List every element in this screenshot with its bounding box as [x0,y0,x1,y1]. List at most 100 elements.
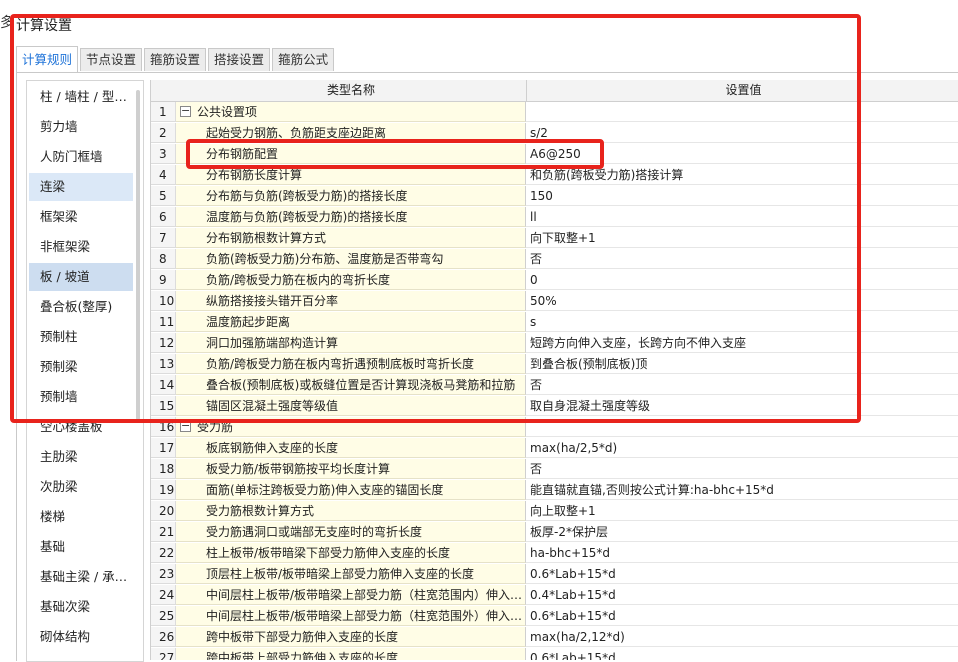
row-setting-value[interactable]: 能直锚就直锚,否则按公式计算:ha-bhc+15*d [526,480,958,500]
row-setting-value[interactable]: 否 [526,375,958,395]
sidebar-item-main-rib-beam[interactable]: 主肋梁 [29,443,133,471]
sidebar-item-non-frame-beam[interactable]: 非框架梁 [29,233,133,261]
table-row[interactable]: 21 受力筋遇洞口或端部无支座时的弯折长度 板厚-2*保护层 [151,522,958,543]
table-row[interactable]: 14 叠合板(预制底板)或板缝位置是否计算现浇板马凳筋和拉筋否 [151,375,958,396]
table-row[interactable]: 10 纵筋搭接接头错开百分率 50% [151,291,958,312]
table-row[interactable]: 12 洞口加强筋端部构造计算 短跨方向伸入支座，长跨方向不伸入支座 [151,333,958,354]
sidebar-item-civil-defense-door-wall[interactable]: 人防门框墙 [29,143,133,171]
table-row[interactable]: 27 跨中板带上部受力筋伸入支座的长度 0.6*Lab+15*d [151,648,958,660]
table-row[interactable]: 11 温度筋起步距离 s [151,312,958,333]
tab-calc-rules[interactable]: 计算规则 [16,46,79,73]
row-setting-value[interactable]: 0.6*Lab+15*d [526,648,958,660]
row-setting-value[interactable]: 0.6*Lab+15*d [526,606,958,626]
row-number: 18 [151,459,176,479]
table-row[interactable]: 7 分布钢筋根数计算方式 向下取整+1 [151,228,958,249]
sidebar-item-precast-beam[interactable]: 预制梁 [29,353,133,381]
sidebar-item-shear-wall[interactable]: 剪力墙 [29,113,133,141]
table-row[interactable]: 3 分布钢筋配置 A6@250 [151,144,958,165]
row-setting-value[interactable]: 否 [526,249,958,269]
row-setting-value[interactable] [526,102,958,122]
table-row[interactable]: 22 柱上板带/板带暗梁下部受力筋伸入支座的长度 ha-bhc+15*d [151,543,958,564]
sidebar-item-composite-slab[interactable]: 叠合板(整厚) [29,293,133,321]
grid-group-row[interactable]: 16− 受力筋 [151,417,958,438]
table-row[interactable]: 23 顶层柱上板带/板带暗梁上部受力筋伸入支座的长度 0.6*Lab+15*d [151,564,958,585]
row-setting-value[interactable]: 否 [526,459,958,479]
row-setting-value[interactable]: 50% [526,291,958,311]
row-setting-value[interactable]: 0 [526,270,958,290]
table-row[interactable]: 20 受力筋根数计算方式 向上取整+1 [151,501,958,522]
row-type-name-text: 柱上板带/板带暗梁下部受力筋伸入支座的长度 [206,546,451,560]
sidebar-item-masonry-structure[interactable]: 砌体结构 [29,623,133,651]
table-row[interactable]: 24 中间层柱上板带/板带暗梁上部受力筋（柱宽范围内）伸入… 0.4*Lab+15*… [151,585,958,606]
collapse-toggle-icon[interactable]: − [180,420,191,432]
table-row[interactable]: 26 跨中板带下部受力筋伸入支座的长度 max(ha/2,12*d) [151,627,958,648]
row-type-name-text: 洞口加强筋端部构造计算 [206,336,339,350]
sidebar-item-stairs[interactable]: 楼梯 [29,503,133,531]
row-setting-value[interactable] [526,417,958,437]
sidebar-item-precast-column[interactable]: 预制柱 [29,323,133,351]
column-header-type-name[interactable]: 类型名称 [176,80,526,101]
row-type-name: 纵筋搭接接头错开百分率 [176,291,526,311]
row-setting-value[interactable]: 取自身混凝土强度等级 [526,396,958,416]
table-row[interactable]: 4 分布钢筋长度计算 和负筋(跨板受力筋)搭接计算 [151,165,958,186]
tab-stirrup-settings[interactable]: 箍筋设置 [144,48,207,71]
table-row[interactable]: 19 面筋(单标注跨板受力筋)伸入支座的锚固长度 能直锚就直锚,否则按公式计算:ha… [151,480,958,501]
tab-lap-settings[interactable]: 搭接设置 [208,48,271,71]
row-setting-value[interactable]: 板厚-2*保护层 [526,522,958,542]
row-number: 25 [151,606,176,626]
row-number: 15 [151,396,176,416]
table-row[interactable]: 13 负筋/跨板受力筋在板内弯折遇预制底板时弯折长度 到叠合板(预制底板)顶 [151,354,958,375]
sidebar-item-coupling-beam[interactable]: 连梁 [29,173,133,201]
grid-group-row[interactable]: 1− 公共设置项 [151,102,958,123]
row-setting-value[interactable]: A6@250 [526,144,958,164]
row-setting-value[interactable]: 0.6*Lab+15*d [526,564,958,584]
sidebar-item-foundation-secondary-beam[interactable]: 基础次梁 [29,593,133,621]
table-row[interactable]: 15 锚固区混凝土强度等级值 取自身混凝土强度等级 [151,396,958,417]
sidebar-item-secondary-rib-beam[interactable]: 次肋梁 [29,473,133,501]
table-row[interactable]: 6 温度筋与负筋(跨板受力筋)的搭接长度 ll [151,207,958,228]
sidebar-item-column[interactable]: 柱 / 墙柱 / 型… [29,83,133,111]
table-row[interactable]: 25 中间层柱上板带/板带暗梁上部受力筋（柱宽范围外）伸入… 0.6*Lab+15*… [151,606,958,627]
table-row[interactable]: 8 负筋(跨板受力筋)分布筋、温度筋是否带弯勾 否 [151,249,958,270]
row-type-name-text: 顶层柱上板带/板带暗梁上部受力筋伸入支座的长度 [206,567,475,581]
row-setting-value[interactable]: s [526,312,958,332]
column-header-setting-value[interactable]: 设置值 [526,80,958,101]
row-setting-value[interactable]: s/2 [526,123,958,143]
row-setting-value[interactable]: max(ha/2,5*d) [526,438,958,458]
table-row[interactable]: 2 起始受力钢筋、负筋距支座边距离 s/2 [151,123,958,144]
row-type-name-text: 中间层柱上板带/板带暗梁上部受力筋（柱宽范围内）伸入… [206,588,523,602]
row-setting-value[interactable]: 150 [526,186,958,206]
sidebar-item-slab-ramp[interactable]: 板 / 坡道 [29,263,133,291]
row-setting-value[interactable]: 0.4*Lab+15*d [526,585,958,605]
row-type-name-text: 受力筋遇洞口或端部无支座时的弯折长度 [206,525,423,539]
row-type-name-text: 温度筋起步距离 [206,315,291,329]
collapse-toggle-icon[interactable]: − [180,105,191,117]
row-setting-value[interactable]: 短跨方向伸入支座，长跨方向不伸入支座 [526,333,958,353]
tab-node-settings[interactable]: 节点设置 [80,48,143,71]
row-setting-value[interactable]: 到叠合板(预制底板)顶 [526,354,958,374]
tab-stirrup-formula[interactable]: 箍筋公式 [272,48,335,71]
row-setting-value[interactable]: ha-bhc+15*d [526,543,958,563]
row-type-name-text: 跨中板带下部受力筋伸入支座的长度 [206,630,399,644]
sidebar-item-frame-beam[interactable]: 框架梁 [29,203,133,231]
row-type-name: 顶层柱上板带/板带暗梁上部受力筋伸入支座的长度 [176,564,526,584]
row-number: 22 [151,543,176,563]
table-row[interactable]: 17 板底钢筋伸入支座的长度 max(ha/2,5*d) [151,438,958,459]
sidebar-item-hollow-floor-slab[interactable]: 空心楼盖板 [29,413,133,441]
row-setting-value[interactable]: 和负筋(跨板受力筋)搭接计算 [526,165,958,185]
sidebar-scrollbar[interactable] [136,90,140,420]
row-type-name: 受力筋根数计算方式 [176,501,526,521]
sidebar-item-foundation[interactable]: 基础 [29,533,133,561]
row-setting-value[interactable]: max(ha/2,12*d) [526,627,958,647]
table-row[interactable]: 18 板受力筋/板带钢筋按平均长度计算 否 [151,459,958,480]
row-setting-value[interactable]: ll [526,207,958,227]
row-type-name-text: 面筋(单标注跨板受力筋)伸入支座的锚固长度 [206,483,444,497]
table-row[interactable]: 5 分布筋与负筋(跨板受力筋)的搭接长度 150 [151,186,958,207]
table-row[interactable]: 9 负筋/跨板受力筋在板内的弯折长度 0 [151,270,958,291]
row-type-name-text: 受力筋 [197,420,234,434]
row-type-name: 负筋/跨板受力筋在板内弯折遇预制底板时弯折长度 [176,354,526,374]
sidebar-item-foundation-main-beam[interactable]: 基础主梁 / 承… [29,563,133,591]
row-setting-value[interactable]: 向下取整+1 [526,228,958,248]
sidebar-item-precast-wall[interactable]: 预制墙 [29,383,133,411]
row-setting-value[interactable]: 向上取整+1 [526,501,958,521]
